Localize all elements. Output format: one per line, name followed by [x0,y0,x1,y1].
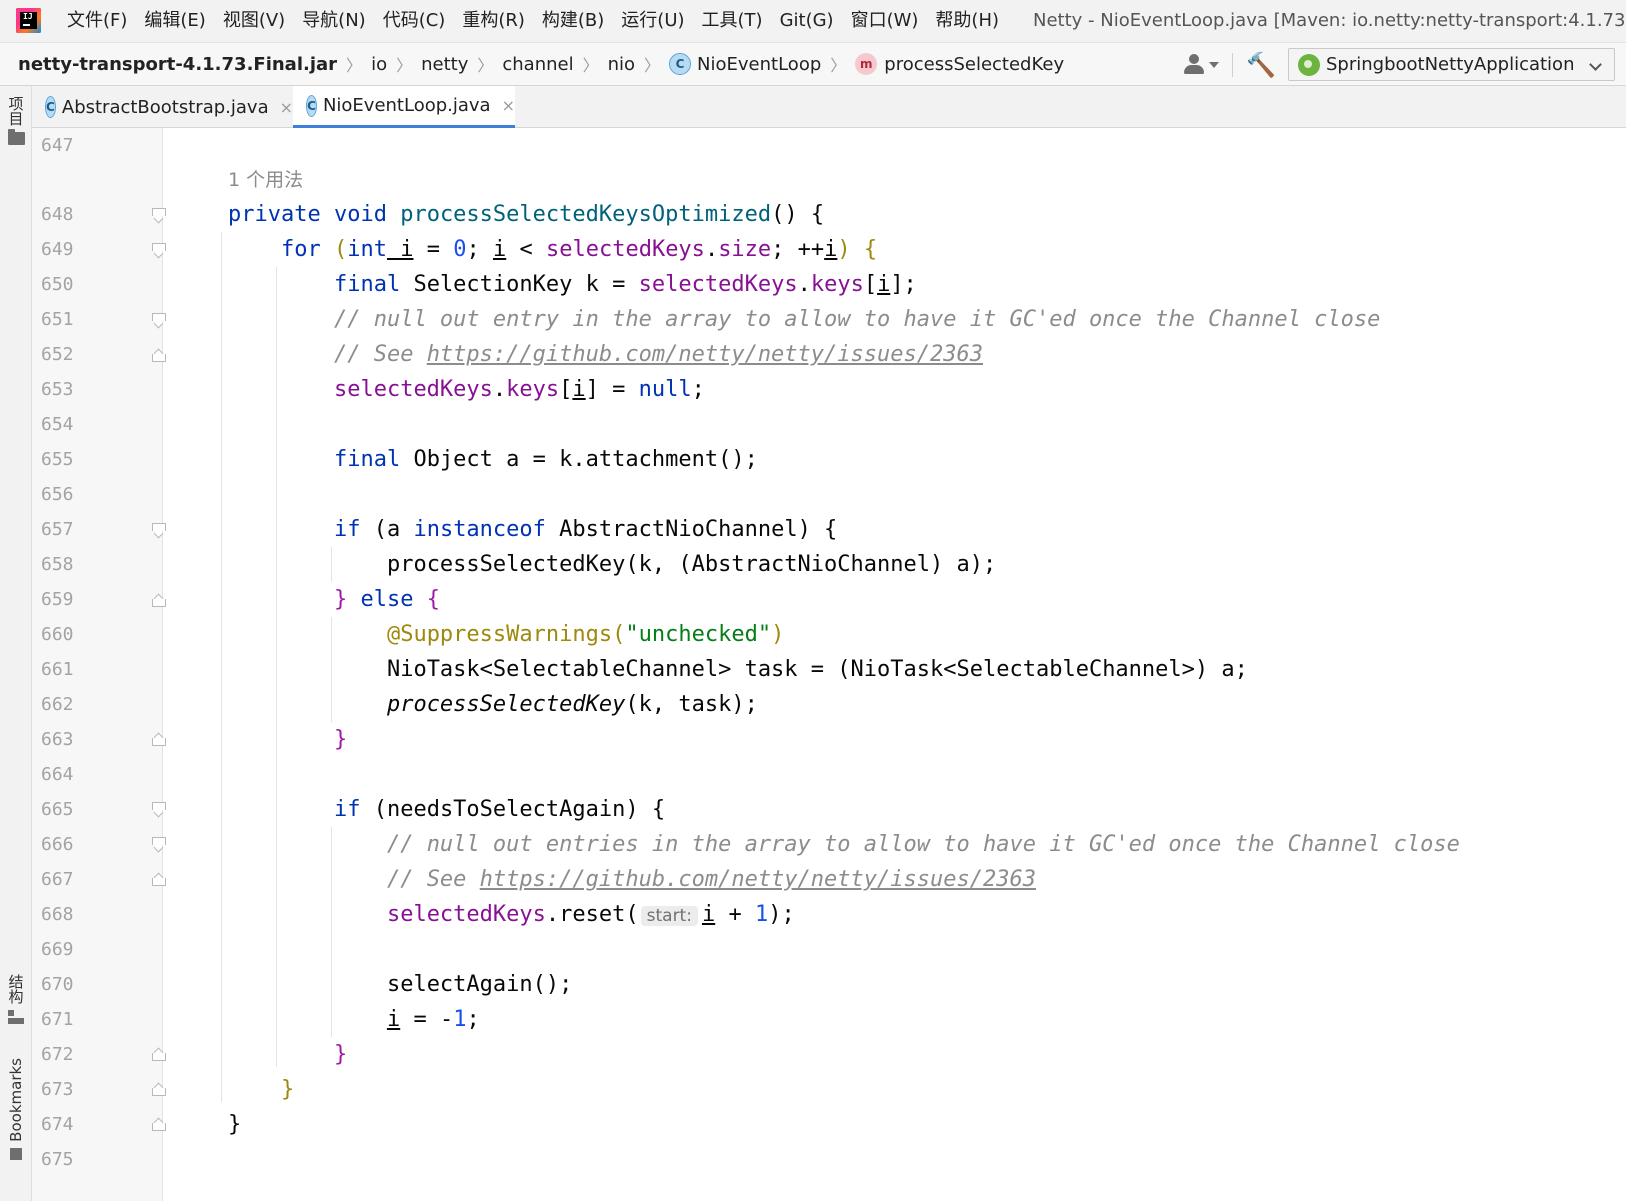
project-tool-label: 项目 [6,96,25,126]
code-line-650: final SelectionKey k = selectedKeys.keys… [333,272,917,297]
folder-icon [7,129,25,145]
code-line-666: // null out entries in the array to allo… [386,832,1460,857]
menu-code[interactable]: 代码(C) [383,0,446,42]
close-icon[interactable]: × [502,96,515,115]
breadcrumb-class-label: NioEventLoop [697,53,822,75]
menu-view[interactable]: 视图(V) [223,0,285,42]
code-line-652: // See https://github.com/netty/netty/is… [333,342,983,367]
breadcrumb-method[interactable]: m processSelectedKey [855,53,1064,75]
code-line-663: } [333,727,348,752]
class-icon: C [306,94,317,117]
code-line-672: } [333,1042,348,1067]
main-menu: 文件(F) 编辑(E) 视图(V) 导航(N) 代码(C) 重构(R) 构建(B… [67,0,1016,42]
code-line-655: final Object a = k.attachment(); [333,447,758,472]
bookmarks-tool-button[interactable]: Bookmarks [0,1058,32,1160]
code-line-670: selectAgain(); [386,972,573,997]
breadcrumb-jar[interactable]: netty-transport-4.1.73.Final.jar [18,54,337,75]
menu-refactor[interactable]: 重构(R) [462,0,525,42]
code-line-649: for (int i = 0; i < selectedKeys.size; +… [280,237,878,262]
method-icon: m [855,53,878,75]
menu-build[interactable]: 构建(B) [542,0,604,42]
code-line-659: } else { [333,587,440,612]
menu-tools[interactable]: 工具(T) [702,0,763,42]
editor-tab-bar: C AbstractBootstrap.java × C NioEventLoo… [32,86,1626,128]
user-icon[interactable] [1183,53,1221,77]
breadcrumb-separator-icon: 〉 [477,56,494,75]
code-line-660: @SuppressWarnings("unchecked") [386,622,785,647]
run-configuration-dropdown[interactable]: SpringbootNettyApplication [1288,48,1615,81]
bookmark-icon [10,1147,22,1160]
code-line-651: // null out entry in the array to allow … [333,307,1381,332]
left-tool-strip: 项目 结构 Bookmarks [0,86,32,1201]
structure-tool-label: 结构 [6,974,25,1004]
run-configuration-label: SpringbootNettyApplication [1326,54,1575,75]
chevron-down-icon [1209,62,1219,68]
breadcrumb-separator-icon: 〉 [830,56,847,75]
menu-navigate[interactable]: 导航(N) [302,0,366,42]
menu-run[interactable]: 运行(U) [621,0,684,42]
bookmarks-tool-label: Bookmarks [7,1058,25,1142]
chevron-down-icon [1589,58,1602,71]
code-editor[interactable]: 647 648 649 650 651 652 653 654 655 656 … [32,128,1626,1201]
menu-bar: IJ 文件(F) 编辑(E) 视图(V) 导航(N) 代码(C) 重构(R) 构… [0,0,1626,42]
usage-hint[interactable]: 1 个用法 [228,162,303,198]
tab-nio-event-loop[interactable]: C NioEventLoop.java × [293,86,515,128]
code-line-674: } [228,1112,242,1137]
comment-link[interactable]: https://github.com/netty/netty/issues/23… [427,342,983,367]
breadcrumb-package-io[interactable]: io [371,54,387,75]
tab-abstract-bootstrap[interactable]: C AbstractBootstrap.java × [32,86,293,128]
breadcrumb-separator-icon: 〉 [644,56,661,75]
class-icon: C [45,96,56,118]
tab-label: AbstractBootstrap.java [61,96,269,118]
menu-edit[interactable]: 编辑(E) [144,0,205,42]
toolbar-divider [1232,53,1233,77]
indent-guide [221,232,222,1102]
parameter-hint: start: [640,906,698,926]
breadcrumb-separator-icon: 〉 [582,56,599,75]
code-line-648: private void processSelectedKeysOptimize… [228,202,825,227]
breadcrumb-separator-icon: 〉 [396,56,413,75]
breadcrumb-package-nio[interactable]: nio [608,54,635,75]
menu-file[interactable]: 文件(F) [67,0,127,42]
structure-icon [8,1010,24,1024]
class-icon: C [669,53,692,75]
spring-boot-icon [1298,53,1320,76]
code-line-662: processSelectedKey(k, task); [386,692,758,717]
code-line-671: i = -1; [386,1007,480,1032]
breadcrumb-package-channel[interactable]: channel [502,54,573,75]
code-line-653: selectedKeys.keys[i] = null; [333,377,705,402]
structure-tool-button[interactable]: 结构 [0,974,32,1024]
breadcrumb-separator-icon: 〉 [346,56,363,75]
tab-label: NioEventLoop.java [322,95,491,116]
breadcrumb: netty-transport-4.1.73.Final.jar 〉 io 〉 … [18,43,1064,85]
code-line-673: } [280,1077,295,1102]
breadcrumb-class[interactable]: C NioEventLoop [669,53,821,75]
code-line-668: selectedKeys.reset(start: i + 1); [386,902,795,927]
code-line-657: if (a instanceof AbstractNioChannel) { [333,517,838,542]
code-line-658: processSelectedKey(k, (AbstractNioChanne… [386,552,997,577]
breadcrumb-package-netty[interactable]: netty [421,54,468,75]
breadcrumb-method-label: processSelectedKey [884,53,1065,75]
menu-window[interactable]: 窗口(W) [851,0,919,42]
code-area[interactable]: 1 个用法 private void processSelectedKeysOp… [32,128,1626,1201]
code-line-661: NioTask<SelectableChannel> task = (NioTa… [386,657,1248,682]
menu-git[interactable]: Git(G) [780,0,834,42]
comment-link[interactable]: https://github.com/netty/netty/issues/23… [480,867,1036,892]
close-icon[interactable]: × [280,98,293,117]
code-line-667: // See https://github.com/netty/netty/is… [386,867,1036,892]
menu-help[interactable]: 帮助(H) [935,0,999,42]
navigation-bar: netty-transport-4.1.73.Final.jar 〉 io 〉 … [0,42,1626,86]
project-tool-button[interactable]: 项目 [0,96,32,145]
hammer-icon[interactable]: 🔨 [1246,51,1276,79]
code-line-665: if (needsToSelectAgain) { [333,797,666,822]
window-title: Netty - NioEventLoop.java [Maven: io.net… [1033,10,1626,31]
intellij-logo-icon: IJ [16,8,41,33]
